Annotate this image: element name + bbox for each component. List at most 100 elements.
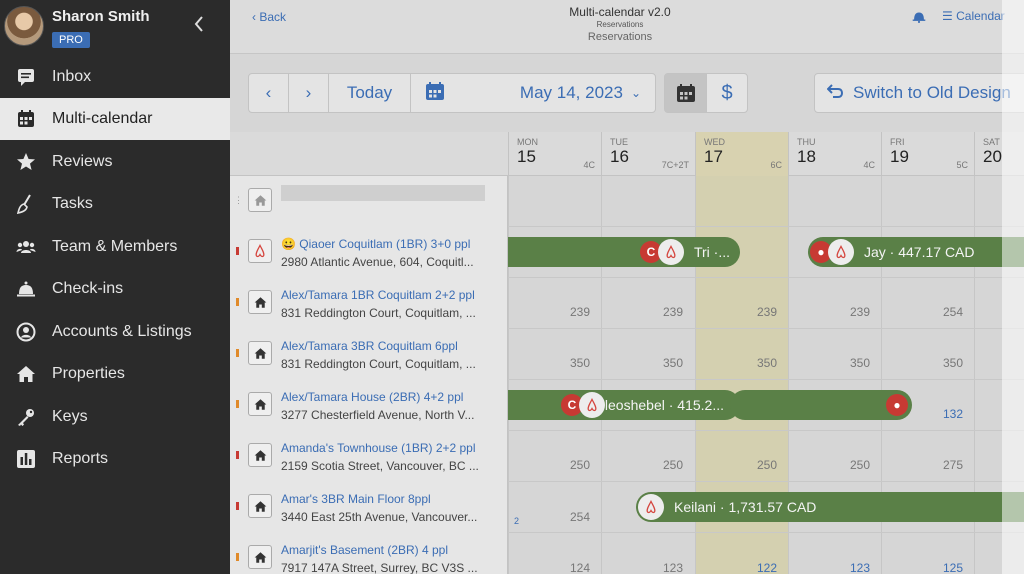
- reports-icon: [0, 449, 52, 469]
- nav-item-keys[interactable]: Keys: [0, 396, 230, 438]
- home-icon: [248, 545, 272, 569]
- key-icon: [0, 407, 52, 427]
- drag-handle-icon[interactable]: ⋮: [234, 195, 243, 206]
- listing-address: 3277 Chesterfield Avenue, North V...: [281, 408, 475, 422]
- listing-address: 2159 Scotia Street, Vancouver, BC ...: [281, 459, 479, 473]
- next-button[interactable]: ›: [289, 74, 329, 112]
- home-icon: [248, 290, 272, 314]
- price-cell[interactable]: 250: [757, 458, 777, 472]
- profile[interactable]: Sharon Smith PRO: [0, 0, 230, 54]
- listing-name[interactable]: 😀 Qiaoer Coquitlam (1BR) 3+0 ppl: [281, 237, 470, 251]
- team-icon: [0, 237, 52, 257]
- nav-item-inbox[interactable]: Inbox: [0, 56, 230, 98]
- booking-bar[interactable]: C Tri ·...: [508, 237, 740, 267]
- price-cell[interactable]: 122: [757, 561, 777, 574]
- price-cell[interactable]: 275: [943, 458, 963, 472]
- price-cell[interactable]: 239: [663, 305, 683, 319]
- listing-label[interactable]: Amarjit's Basement (2BR) 4 ppl 7917 147A…: [230, 533, 508, 574]
- avatar: [4, 6, 44, 46]
- listing-name[interactable]: Amar's 3BR Main Floor 8ppl: [281, 492, 431, 506]
- booking-bar[interactable]: Keilani · 1,731.57 CAD: [636, 492, 1024, 522]
- price-cell[interactable]: 123: [663, 561, 683, 574]
- booking-label: Jay · 447.17 CAD: [864, 244, 975, 260]
- listing-row: Alex/Tamara 1BR Coquitlam 2+2 ppl 831 Re…: [230, 278, 1024, 329]
- price-cell[interactable]: 350: [570, 356, 590, 370]
- calendar-view-button[interactable]: [665, 74, 707, 112]
- user-name: Sharon Smith: [52, 8, 150, 25]
- price-cell[interactable]: 125: [943, 561, 963, 574]
- nav-label: Reviews: [52, 153, 113, 170]
- status-dot: [236, 553, 239, 561]
- booking-label: Tri ·...: [693, 244, 730, 260]
- current-date: May 14, 2023: [519, 83, 623, 102]
- price-cell[interactable]: 250: [663, 458, 683, 472]
- min-stay-indicator: 2: [514, 516, 520, 526]
- price-cell[interactable]: 250: [570, 458, 590, 472]
- sidebar: Sharon Smith PRO Inbox Multi-calendar Re…: [0, 0, 230, 574]
- price-cell[interactable]: 254: [570, 510, 590, 524]
- price-cell[interactable]: 350: [663, 356, 683, 370]
- price-cell[interactable]: 254: [943, 305, 963, 319]
- bell-icon: [0, 279, 52, 299]
- price-cell[interactable]: 250: [850, 458, 870, 472]
- nav-item-accounts-listings[interactable]: Accounts & Listings: [0, 311, 230, 353]
- price-cell[interactable]: 239: [757, 305, 777, 319]
- nav-item-reviews[interactable]: Reviews: [0, 141, 230, 183]
- day-header-wed: WED 17 6C: [695, 132, 788, 176]
- today-button[interactable]: Today: [329, 74, 411, 112]
- booking-bar[interactable]: ●: [730, 390, 912, 420]
- listing-label[interactable]: Amar's 3BR Main Floor 8ppl 3440 East 25t…: [230, 482, 508, 533]
- nav-label: Multi-calendar: [52, 110, 153, 127]
- nav-label: Properties: [52, 365, 125, 382]
- status-dot: [236, 247, 239, 255]
- notifications-icon[interactable]: [912, 9, 926, 28]
- listing-name[interactable]: Amarjit's Basement (2BR) 4 ppl: [281, 543, 448, 557]
- nav-item-team-members[interactable]: Team & Members: [0, 226, 230, 268]
- main-content: ‹ Back Multi-calendar v2.0 Reservations …: [230, 0, 1024, 574]
- price-view-button[interactable]: $: [707, 74, 747, 112]
- date-picker[interactable]: May 14, 2023 ⌄: [411, 74, 655, 112]
- nav-label: Inbox: [52, 68, 92, 85]
- listing-name[interactable]: Amanda's Townhouse (1BR) 2+2 ppl: [281, 441, 476, 455]
- prev-button[interactable]: ‹: [249, 74, 289, 112]
- nav-label: Check-ins: [52, 280, 124, 297]
- switch-design-button[interactable]: Switch to Old Design: [814, 73, 1024, 113]
- listing-address: 7917 147A Street, Surrey, BC V3S ...: [281, 561, 478, 574]
- listing-label[interactable]: Alex/Tamara 1BR Coquitlam 2+2 ppl 831 Re…: [230, 278, 508, 329]
- price-cell[interactable]: 350: [850, 356, 870, 370]
- nav-item-tasks[interactable]: Tasks: [0, 183, 230, 225]
- price-cell[interactable]: 124: [570, 561, 590, 574]
- price-cell[interactable]: 132: [943, 407, 963, 421]
- listing-address: 831 Reddington Court, Coquitlam, ...: [281, 306, 476, 320]
- booking-bar[interactable]: ● Jay · 447.17 CAD: [808, 237, 1024, 267]
- price-cell[interactable]: 350: [943, 356, 963, 370]
- airbnb-icon: [828, 239, 854, 265]
- nav-item-multi-calendar[interactable]: Multi-calendar: [0, 98, 230, 140]
- broom-icon: [0, 194, 52, 214]
- listing-address: 831 Reddington Court, Coquitlam, ...: [281, 357, 476, 371]
- nav-item-reports[interactable]: Reports: [0, 438, 230, 480]
- listing-label[interactable]: Alex/Tamara 3BR Coquitlam 6ppl 831 Reddi…: [230, 329, 508, 380]
- page-title: Multi-calendar v2.0: [569, 5, 671, 19]
- collapse-sidebar-icon[interactable]: [194, 16, 204, 37]
- status-dot: [236, 298, 239, 306]
- home-icon: [0, 364, 52, 384]
- listing-label[interactable]: Amanda's Townhouse (1BR) 2+2 ppl 2159 Sc…: [230, 431, 508, 482]
- loading-placeholder: [281, 185, 485, 201]
- price-cell[interactable]: 239: [850, 305, 870, 319]
- listing-address: 2980 Atlantic Avenue, 604, Coquitl...: [281, 255, 474, 269]
- calendar-link[interactable]: ☰ Calendar: [942, 9, 1005, 23]
- listing-name[interactable]: Alex/Tamara 3BR Coquitlam 6ppl: [281, 339, 458, 353]
- price-cell[interactable]: 239: [570, 305, 590, 319]
- listing-label[interactable]: Alex/Tamara House (2BR) 4+2 ppl 3277 Che…: [230, 380, 508, 431]
- nav-label: Reports: [52, 450, 109, 467]
- nav-item-check-ins[interactable]: Check-ins: [0, 268, 230, 310]
- status-dot: [236, 349, 239, 357]
- booking-bar[interactable]: C leoshebel · 415.2...: [508, 390, 740, 420]
- listing-name[interactable]: Alex/Tamara 1BR Coquitlam 2+2 ppl: [281, 288, 475, 302]
- price-cell[interactable]: 350: [757, 356, 777, 370]
- listing-label[interactable]: 😀 Qiaoer Coquitlam (1BR) 3+0 ppl 2980 At…: [230, 227, 508, 278]
- price-cell[interactable]: 123: [850, 561, 870, 574]
- listing-name[interactable]: Alex/Tamara House (2BR) 4+2 ppl: [281, 390, 463, 404]
- nav-item-properties[interactable]: Properties: [0, 353, 230, 395]
